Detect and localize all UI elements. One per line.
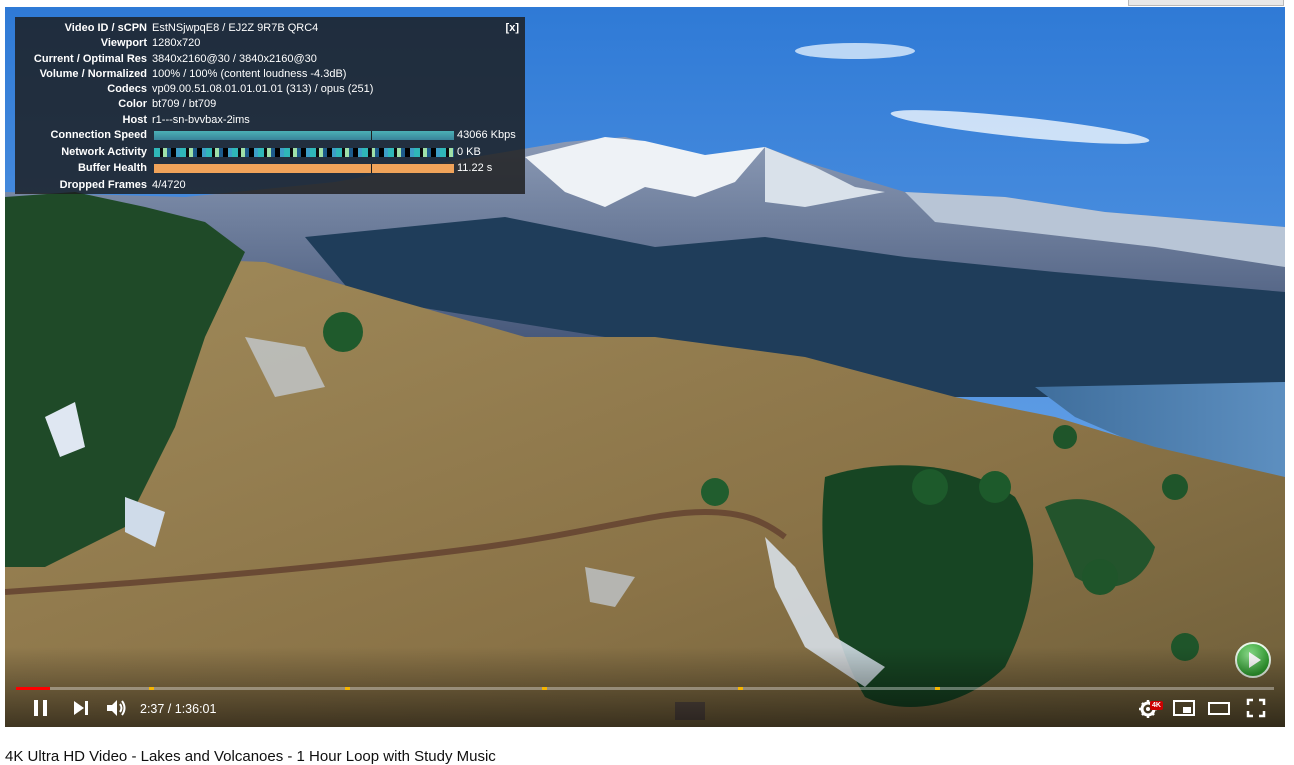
- mute-button[interactable]: [105, 697, 129, 719]
- stats-label: Host: [122, 113, 147, 126]
- stats-value: EstNSjwpqE8 / EJ2Z 9R7B QRC4: [152, 22, 319, 34]
- stats-row-video-id: Video ID / sCPN EstNSjwpqE8 / EJ2Z 9R7B …: [15, 21, 525, 36]
- stats-label: Video ID / sCPN: [64, 22, 147, 34]
- stats-label: Codecs: [107, 83, 147, 96]
- stats-row-codecs: Codecs vp09.00.51.08.01.01.01.01 (313) /…: [15, 82, 525, 97]
- stats-value: 100% / 100% (content loudness -4.3dB): [152, 67, 347, 80]
- stats-row-volume: Volume / Normalized 100% / 100% (content…: [15, 67, 525, 82]
- fullscreen-button[interactable]: [1245, 697, 1267, 719]
- stats-row-host: Host r1---sn-bvvbax-2ims: [15, 113, 525, 128]
- stats-value: 43066 Kbps: [457, 129, 516, 142]
- network-activity-graph: [154, 147, 454, 157]
- stats-label: Color: [118, 98, 147, 111]
- pause-button[interactable]: [31, 697, 51, 719]
- chapter-marker: [345, 687, 350, 690]
- stats-row-buffer-health: Buffer Health 11.22 s: [15, 161, 525, 178]
- stats-row-network-activity: Network Activity 0 KB: [15, 145, 525, 162]
- stats-row-viewport: Viewport 1280x720: [15, 36, 525, 51]
- progress-played: [16, 687, 50, 690]
- progress-bar[interactable]: [16, 687, 1274, 690]
- stats-label: Dropped Frames: [59, 178, 147, 191]
- stats-label: Connection Speed: [50, 129, 147, 142]
- quality-badge: 4K: [1150, 701, 1163, 710]
- connection-speed-graph: [154, 131, 454, 141]
- stats-value: vp09.00.51.08.01.01.01.01 (313) / opus (…: [152, 83, 374, 96]
- stats-row-color: Color bt709 / bt709: [15, 97, 525, 112]
- next-button[interactable]: [71, 697, 91, 719]
- stats-row-connection-speed: Connection Speed 43066 Kbps: [15, 128, 525, 145]
- stats-row-resolution: Current / Optimal Res 3840x2160@30 / 384…: [15, 52, 525, 67]
- video-player[interactable]: [x] Video ID / sCPN EstNSjwpqE8 / EJ2Z 9…: [5, 7, 1285, 727]
- video-title: 4K Ultra HD Video - Lakes and Volcanoes …: [5, 748, 496, 765]
- window-edge: [1128, 0, 1284, 6]
- stats-value: r1---sn-bvvbax-2ims: [152, 113, 250, 126]
- theater-mode-button[interactable]: [1207, 697, 1231, 719]
- chapter-marker: [935, 687, 940, 690]
- miniplayer-icon: [1173, 700, 1195, 716]
- stats-row-dropped-frames: Dropped Frames 4/4720: [15, 178, 525, 193]
- buffer-health-graph: [154, 164, 454, 174]
- stats-label: Network Activity: [61, 145, 147, 158]
- chapter-marker: [149, 687, 154, 690]
- stats-label: Viewport: [100, 37, 147, 50]
- chapter-marker: [738, 687, 743, 690]
- stats-label: Current / Optimal Res: [33, 52, 147, 65]
- volume-icon: [107, 700, 126, 716]
- stats-value: 0 KB: [457, 145, 481, 158]
- stats-value: 11.22 s: [457, 162, 493, 175]
- time-display: 2:37 / 1:36:01: [140, 702, 217, 716]
- miniplayer-button[interactable]: [1172, 697, 1196, 719]
- stats-value: 3840x2160@30 / 3840x2160@30: [152, 52, 317, 65]
- theater-icon: [1208, 702, 1230, 715]
- stats-value: 1280x720: [152, 37, 201, 50]
- stats-label: Buffer Health: [77, 162, 147, 175]
- stats-value: bt709 / bt709: [152, 98, 217, 111]
- chapter-marker: [542, 687, 547, 690]
- stats-label: Volume / Normalized: [39, 67, 147, 80]
- skip-next-icon: [74, 701, 88, 715]
- stats-value: 4/4720: [152, 178, 186, 191]
- stats-for-nerds-panel: [x] Video ID / sCPN EstNSjwpqE8 / EJ2Z 9…: [15, 17, 525, 194]
- pause-icon: [34, 700, 47, 716]
- fullscreen-icon: [1246, 698, 1266, 718]
